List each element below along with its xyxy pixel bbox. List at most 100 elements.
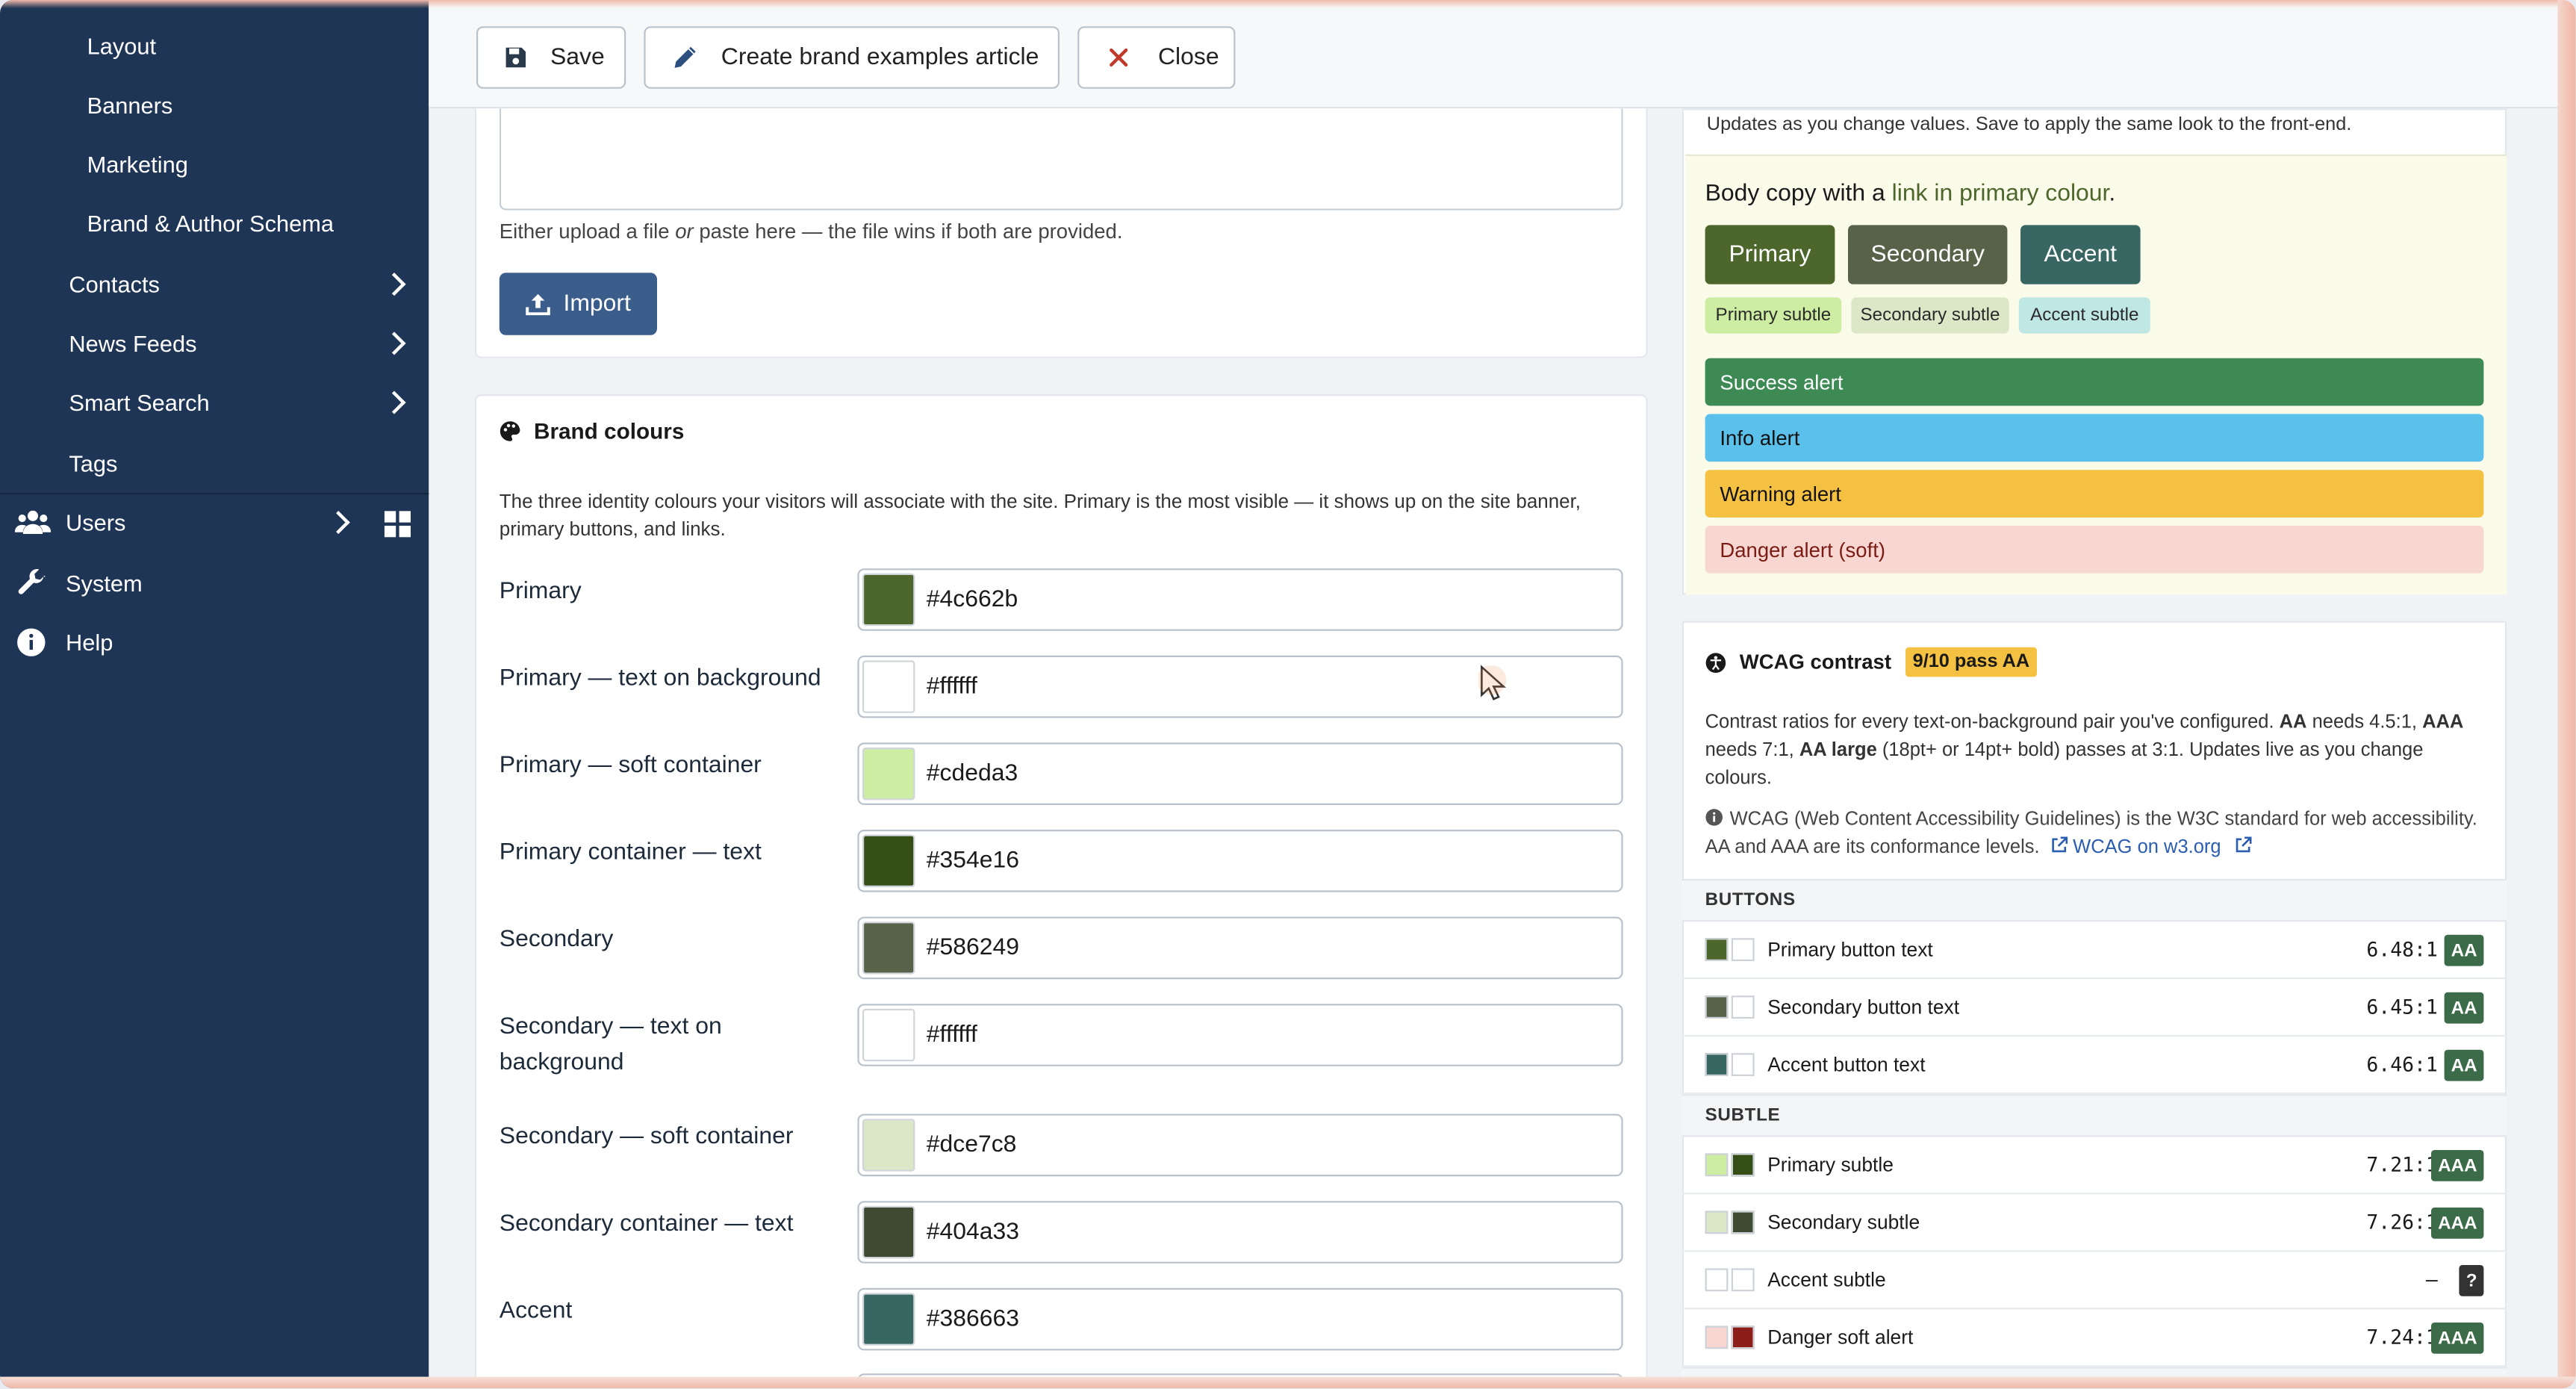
colour-swatch[interactable] (862, 573, 915, 627)
contrast-pair-label: Danger soft alert (1767, 1326, 1914, 1349)
sidebar-item-brand-author-schema[interactable]: Brand & Author Schema (0, 194, 429, 253)
colour-value[interactable]: #dce7c8 (927, 1132, 1017, 1158)
sidebar-item-label: Brand & Author Schema (87, 210, 335, 237)
sidebar-item-banners[interactable]: Banners (0, 75, 429, 134)
preview-danger-soft-alert: Danger alert (soft) (1705, 526, 2484, 574)
sidebar-item-label: Contacts (69, 271, 160, 298)
create-brand-examples-article-button[interactable]: Create brand examples article (644, 26, 1060, 89)
wcag-contrast-row: Secondary subtle 7.26:1 AAA (1681, 1194, 2507, 1252)
colour-field[interactable]: #4c662b (857, 568, 1623, 631)
colour-swatch[interactable] (862, 660, 915, 713)
colour-field-label: Secondary — text on background (499, 1013, 722, 1076)
preview-accent-subtle-chip: Accent subtle (2018, 297, 2150, 334)
colour-swatch[interactable] (862, 834, 915, 887)
palette-icon (500, 421, 520, 441)
preview-note: Updates as you change values. Save to ap… (1706, 115, 2352, 135)
chevron-right-icon (326, 511, 350, 535)
import-paste-textarea[interactable] (499, 108, 1623, 211)
background-swatch (1705, 1211, 1729, 1234)
preview-body-copy: Body copy with a link in primary colour. (1705, 181, 2116, 208)
colour-field-label: Accent (499, 1298, 573, 1325)
preview-primary-button[interactable]: Primary (1705, 225, 1835, 285)
colour-field-label: Primary (499, 578, 582, 605)
sidebar-item-label: News Feeds (69, 330, 197, 357)
contrast-ratio: 6.46:1 (2366, 1053, 2438, 1076)
colour-field[interactable]: #586249 (857, 916, 1623, 980)
close-icon (1110, 48, 1128, 67)
colour-field[interactable]: #404a33 (857, 1201, 1623, 1264)
colour-field-label: Primary — soft container (499, 752, 762, 779)
colour-value[interactable]: #354e16 (927, 848, 1019, 874)
colour-field-label: Primary — text on background (499, 665, 821, 692)
sidebar-item-label: Banners (87, 92, 173, 119)
conformance-badge: ? (2459, 1265, 2484, 1296)
contrast-ratio: – (2425, 1268, 2438, 1292)
contrast-pair-label: Secondary subtle (1767, 1211, 1920, 1234)
sidebar-item-layout[interactable]: Layout (0, 16, 429, 75)
save-icon (505, 47, 526, 68)
background-swatch (1705, 995, 1729, 1019)
contrast-pair-label: Secondary button text (1767, 995, 1960, 1019)
sidebar-item-label: Help (66, 629, 113, 656)
colour-field-label: Secondary — soft container (499, 1123, 794, 1150)
external-link-icon (2052, 836, 2068, 853)
sidebar-item-contacts[interactable]: Contacts (0, 255, 429, 314)
dashboard-grid-icon[interactable] (384, 511, 411, 538)
colour-field[interactable]: #ffffff (857, 1004, 1623, 1066)
colour-swatch[interactable] (862, 748, 915, 801)
colour-value[interactable]: #404a33 (927, 1219, 1019, 1245)
colour-swatch[interactable] (862, 922, 915, 975)
colour-swatch[interactable] (862, 1119, 915, 1172)
colour-value[interactable]: #cdeda3 (927, 761, 1018, 787)
wcag-w3-link[interactable]: WCAG on w3.org (2073, 836, 2221, 858)
preview-accent-button[interactable]: Accent (2020, 225, 2141, 285)
close-button[interactable]: Close (1077, 26, 1236, 89)
colour-field[interactable]: #354e16 (857, 830, 1623, 892)
sidebar-item-smart-search[interactable]: Smart Search (0, 373, 429, 432)
upload-icon (526, 293, 550, 316)
sidebar-item-label: Layout (87, 33, 157, 60)
preview-secondary-subtle-chip: Secondary subtle (1851, 297, 2009, 334)
colour-value[interactable]: #ffffff (927, 674, 977, 700)
colour-value[interactable]: #586249 (927, 935, 1019, 961)
colour-field[interactable]: #386663 (857, 1287, 1623, 1351)
colour-field-label: Secondary container — text (499, 1211, 794, 1237)
colour-value[interactable]: #4c662b (927, 586, 1018, 612)
sidebar-item-label: System (66, 570, 143, 597)
save-button[interactable]: Save (476, 26, 626, 89)
background-swatch (1705, 938, 1729, 961)
toolbar: Save Create brand examples article Close (429, 0, 2576, 109)
wcag-section-header: SUBTLE (1681, 1094, 2507, 1137)
text-swatch (1731, 995, 1755, 1019)
colour-value[interactable]: #386663 (927, 1306, 1019, 1332)
contrast-pair-label: Primary subtle (1767, 1153, 1894, 1177)
colour-field-label: Primary container — text (499, 839, 762, 866)
colour-swatch[interactable] (862, 1293, 915, 1346)
sidebar-item-news-feeds[interactable]: News Feeds (0, 314, 429, 373)
sidebar-item-system[interactable]: System (0, 553, 429, 612)
wcag-section-header: BUTTONS (1681, 879, 2507, 922)
users-icon (14, 510, 52, 534)
preview-secondary-button[interactable]: Secondary (1848, 225, 2008, 285)
save-label: Save (550, 44, 605, 71)
sidebar-item-tags[interactable]: Tags (0, 434, 429, 493)
preview-primary-link[interactable]: link in primary colour (1892, 181, 2109, 207)
conformance-badge: AAA (2431, 1323, 2484, 1354)
sidebar-item-users[interactable]: Users (0, 493, 429, 552)
background-swatch (1705, 1326, 1729, 1349)
import-hint: Either upload a file or paste here — the… (499, 220, 1123, 243)
sidebar-item-help[interactable]: Help (0, 613, 429, 672)
conformance-badge: AA (2444, 934, 2484, 966)
colour-field[interactable]: #dce7c8 (857, 1113, 1623, 1177)
conformance-badge: AAA (2431, 1208, 2484, 1239)
colour-swatch[interactable] (862, 1205, 915, 1259)
wcag-contrast-row: Primary subtle 7.21:1 AAA (1681, 1137, 2507, 1195)
text-swatch (1731, 1053, 1755, 1076)
contrast-ratio: 6.45:1 (2366, 995, 2438, 1019)
import-button[interactable]: Import (499, 273, 657, 335)
preview-info-alert: Info alert (1705, 414, 2484, 462)
colour-field[interactable]: #cdeda3 (857, 742, 1623, 805)
colour-swatch[interactable] (862, 1008, 915, 1062)
sidebar-item-marketing[interactable]: Marketing (0, 134, 429, 193)
colour-value[interactable]: #ffffff (927, 1022, 977, 1048)
